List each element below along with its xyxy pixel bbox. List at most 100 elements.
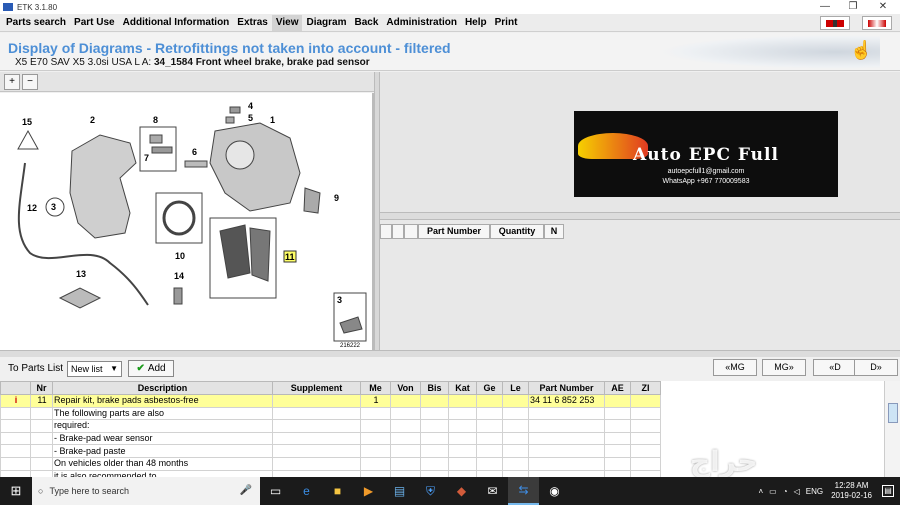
menu-parts-search[interactable]: Parts search bbox=[2, 15, 70, 31]
callout-1: 1 bbox=[270, 115, 275, 125]
grid-col-le[interactable]: Le bbox=[502, 381, 529, 395]
row-le bbox=[502, 469, 529, 477]
menu-print[interactable]: Print bbox=[491, 15, 522, 31]
row-le bbox=[502, 394, 529, 408]
parts-diagram[interactable]: 1 2 3 4 5 6 7 8 9 10 11 12 13 14 15 3 21… bbox=[0, 93, 374, 350]
file-explorer-icon[interactable]: ■ bbox=[322, 477, 353, 505]
callout-6: 6 bbox=[192, 147, 197, 157]
zoom-in-icon: + bbox=[9, 75, 15, 87]
remote-desktop-icon[interactable]: ▤ bbox=[384, 477, 415, 505]
zoom-in-button[interactable]: + bbox=[4, 73, 20, 90]
grid-col-ge[interactable]: Ge bbox=[476, 381, 503, 395]
grid-col-icon[interactable] bbox=[0, 381, 31, 395]
grid-col-part-number[interactable]: Part Number bbox=[528, 381, 605, 395]
menu-back[interactable]: Back bbox=[350, 15, 382, 31]
taskbar-search[interactable]: ○ Type here to search 🎤 bbox=[32, 477, 260, 505]
menu-bar: Parts search Part Use Additional Informati… bbox=[0, 14, 900, 32]
grid-col-kat[interactable]: Kat bbox=[448, 381, 477, 395]
grid-col-nr[interactable]: Nr bbox=[30, 381, 53, 395]
mail-icon[interactable]: ✉ bbox=[477, 477, 508, 505]
row-ge bbox=[476, 444, 503, 458]
grid-col-description[interactable]: Description bbox=[52, 381, 273, 395]
task-view-icon[interactable]: ▭ bbox=[260, 477, 291, 505]
teamviewer-icon[interactable]: ⇆ bbox=[508, 477, 539, 505]
row-nr bbox=[30, 419, 53, 433]
vehicle-info: X5 E70 SAV X5 3.0si USA L A: 34_1584 Fro… bbox=[15, 57, 370, 68]
add-button[interactable]: ✔ Add bbox=[128, 360, 175, 377]
scrollbar-thumb[interactable] bbox=[888, 403, 898, 423]
row-kat bbox=[448, 419, 477, 433]
parts-list-select[interactable]: New list ▼ bbox=[67, 360, 123, 377]
row-ae bbox=[604, 431, 631, 446]
table-row[interactable]: it is also recommended to bbox=[0, 469, 661, 477]
table-row[interactable]: i 11 Repair kit, brake pads asbestos-free 1… bbox=[0, 394, 661, 408]
row-ae bbox=[604, 456, 631, 471]
minimize-button[interactable]: — bbox=[810, 0, 840, 14]
diagram-toolbar: + − bbox=[0, 72, 374, 92]
row-description: required: bbox=[52, 419, 273, 433]
table-row[interactable]: The following parts are also bbox=[0, 406, 661, 421]
next-mg-button[interactable]: MG» bbox=[762, 359, 806, 376]
bmw-etk-icon[interactable]: ◉ bbox=[539, 477, 570, 505]
row-von bbox=[390, 406, 421, 421]
grid-col-me[interactable]: Me bbox=[360, 381, 391, 395]
col-quantity[interactable]: Quantity bbox=[490, 224, 544, 239]
row-von bbox=[390, 469, 421, 477]
advertiser-logo: Auto EPC Full autoepcfull1@gmail.com Wha… bbox=[574, 111, 838, 197]
callout-5: 5 bbox=[248, 113, 253, 123]
row-zi bbox=[630, 394, 661, 408]
table-row[interactable]: - Brake-pad wear sensor bbox=[0, 431, 661, 446]
menu-administration[interactable]: Administration bbox=[382, 15, 461, 31]
menu-additional-information[interactable]: Additional Information bbox=[119, 15, 234, 31]
menu-part-use[interactable]: Part Use bbox=[70, 15, 119, 31]
grid-col-zi[interactable]: ZI bbox=[630, 381, 661, 395]
zoom-out-button[interactable]: − bbox=[22, 73, 38, 90]
title-bar: ETK 3.1.80 — ❐ ✕ bbox=[0, 0, 900, 14]
app-icon-red[interactable]: ◆ bbox=[446, 477, 477, 505]
media-player-icon[interactable]: ▶ bbox=[353, 477, 384, 505]
tray-arrow-icon[interactable]: ˄ bbox=[759, 487, 764, 496]
battery-icon[interactable]: ▭ bbox=[769, 487, 777, 496]
grid-col-bis[interactable]: Bis bbox=[420, 381, 449, 395]
menu-diagram[interactable]: Diagram bbox=[302, 15, 350, 31]
row-ae bbox=[604, 406, 631, 421]
row-ge bbox=[476, 419, 503, 433]
horizontal-splitter[interactable] bbox=[380, 212, 900, 220]
info-icon bbox=[0, 406, 31, 421]
grid-col-von[interactable]: Von bbox=[390, 381, 421, 395]
volume-icon[interactable]: ◁ bbox=[794, 487, 800, 496]
edge-browser-icon[interactable]: e bbox=[291, 477, 322, 505]
windows-start-icon[interactable]: ⊞ bbox=[0, 477, 32, 505]
row-bis bbox=[420, 394, 449, 408]
panel-splitter[interactable] bbox=[0, 350, 900, 357]
grid-col-ae[interactable]: AE bbox=[604, 381, 631, 395]
windows-taskbar: ⊞ ○ Type here to search 🎤 ▭ e ■ ▶ ▤ ⛨ ◆ … bbox=[0, 477, 900, 505]
clock[interactable]: 12:28 AM 2019-02-16 bbox=[831, 481, 872, 501]
table-row[interactable]: - Brake-pad paste bbox=[0, 444, 661, 458]
row-ge bbox=[476, 469, 503, 477]
col-n[interactable]: N bbox=[544, 224, 564, 239]
menu-extras[interactable]: Extras bbox=[233, 15, 272, 31]
table-row[interactable]: On vehicles older than 48 months bbox=[0, 456, 661, 471]
row-nr: 11 bbox=[30, 394, 53, 408]
restore-button[interactable]: ❐ bbox=[838, 0, 868, 14]
row-le bbox=[502, 431, 529, 446]
network-icon[interactable]: ◔ bbox=[783, 487, 788, 496]
security-icon[interactable]: ⛨ bbox=[415, 477, 446, 505]
diagram-name: 34_1584 Front wheel brake, brake pad sen… bbox=[153, 57, 370, 68]
table-row[interactable]: required: bbox=[0, 419, 661, 433]
col-part-number[interactable]: Part Number bbox=[418, 224, 490, 239]
grid-col-supplement[interactable]: Supplement bbox=[272, 381, 361, 395]
close-button[interactable]: ✕ bbox=[868, 0, 898, 14]
brand-logo-bmw-m[interactable] bbox=[820, 16, 850, 30]
system-tray: ˄ ▭ ◔ ◁ ENG 12:28 AM 2019-02-16 bbox=[759, 477, 873, 505]
prev-mg-button[interactable]: «MG bbox=[713, 359, 757, 376]
next-d-button[interactable]: D» bbox=[854, 359, 898, 376]
menu-help[interactable]: Help bbox=[461, 15, 491, 31]
prev-d-button[interactable]: «D bbox=[813, 359, 857, 376]
grid-scrollbar[interactable] bbox=[884, 381, 900, 477]
language-indicator[interactable]: ENG bbox=[806, 487, 823, 496]
menu-view[interactable]: View bbox=[271, 14, 303, 31]
brand-logo-mini[interactable] bbox=[862, 16, 892, 30]
notification-icon[interactable]: ▤ bbox=[882, 485, 894, 497]
